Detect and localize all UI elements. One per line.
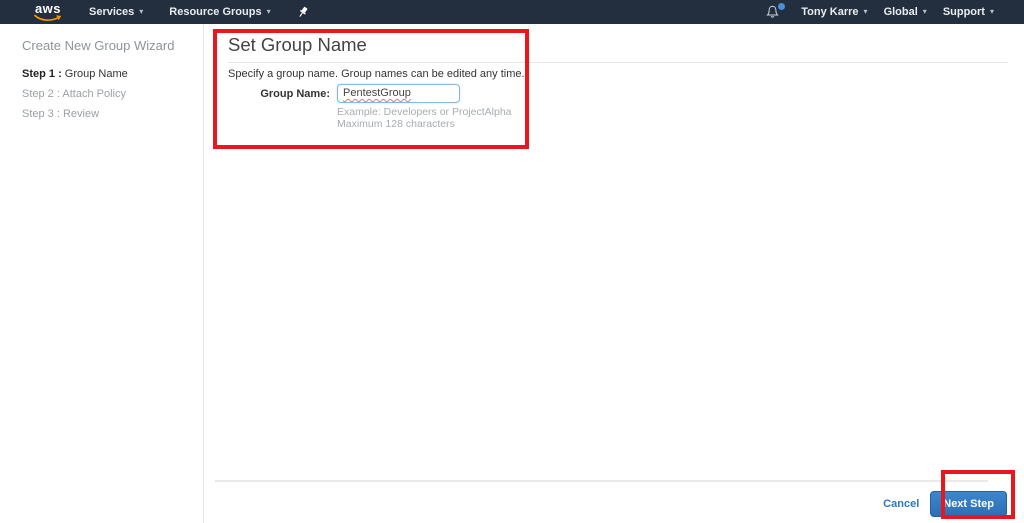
- group-name-input[interactable]: PentestGroup: [337, 84, 460, 103]
- step-label: Group Name: [61, 68, 128, 80]
- chevron-down-icon: ▾: [989, 7, 994, 16]
- group-name-value: PentestGroup: [343, 87, 411, 99]
- notifications-button[interactable]: [766, 3, 786, 19]
- nav-resource-groups-label: Resource Groups: [169, 6, 262, 18]
- main-content: Set Group Name Specify a group name. Gro…: [204, 24, 1024, 523]
- chevron-down-icon: ▾: [139, 7, 144, 16]
- nav-resource-groups-menu[interactable]: Resource Groups ▾: [169, 6, 270, 18]
- chevron-down-icon: ▾: [863, 7, 868, 16]
- wizard-title: Create New Group Wizard: [22, 38, 175, 53]
- wizard-steps: Step 1 : Group Name Step 2 : Attach Poli…: [22, 64, 203, 124]
- hint-example: Example: Developers or ProjectAlpha: [337, 106, 512, 118]
- top-navbar: aws Services ▾ Resource Groups ▾ Tony Ka…: [0, 0, 1024, 24]
- group-name-hints: Example: Developers or ProjectAlpha Maxi…: [337, 106, 1024, 130]
- nav-user-menu[interactable]: Tony Karre ▾: [801, 6, 867, 18]
- page-title: Set Group Name: [228, 34, 367, 55]
- footer-actions: Cancel Next Step: [883, 491, 1007, 517]
- aws-smile-icon: [34, 14, 61, 21]
- title-divider: [228, 62, 1008, 63]
- chevron-down-icon: ▾: [266, 7, 271, 16]
- hint-max-length: Maximum 128 characters: [337, 118, 455, 130]
- step-prefix: Step 1 :: [22, 68, 62, 80]
- step-prefix: Step 2 :: [22, 88, 60, 100]
- footer-divider: [215, 480, 988, 482]
- nav-services-menu[interactable]: Services ▾: [89, 6, 143, 18]
- chevron-down-icon: ▾: [922, 7, 927, 16]
- cancel-link[interactable]: Cancel: [883, 498, 919, 510]
- pushpin-icon: [298, 6, 307, 17]
- step-label: Attach Policy: [59, 88, 126, 100]
- sidebar-step-attach-policy[interactable]: Step 2 : Attach Policy: [22, 84, 203, 104]
- page-body: Create New Group Wizard Step 1 : Group N…: [0, 24, 1024, 523]
- step-label: Review: [59, 108, 100, 120]
- pin-shortcut-button[interactable]: [297, 6, 309, 19]
- notification-badge: [778, 3, 786, 10]
- group-name-label: Group Name:: [260, 88, 330, 100]
- aws-logo[interactable]: aws: [33, 2, 63, 22]
- nav-support-label: Support: [942, 6, 985, 18]
- sidebar-step-review[interactable]: Step 3 : Review: [22, 104, 203, 124]
- group-name-form-row: Group Name: PentestGroup: [228, 84, 1024, 103]
- step-prefix: Step 3 :: [22, 108, 60, 120]
- page-description: Specify a group name. Group names can be…: [228, 68, 525, 80]
- nav-services-label: Services: [89, 6, 135, 18]
- sidebar-step-group-name[interactable]: Step 1 : Group Name: [22, 64, 203, 84]
- next-step-button[interactable]: Next Step: [930, 491, 1007, 517]
- nav-user-label: Tony Karre: [801, 6, 859, 18]
- wizard-sidebar: Create New Group Wizard Step 1 : Group N…: [0, 24, 204, 523]
- nav-region-menu[interactable]: Global ▾: [884, 6, 927, 18]
- nav-region-label: Global: [883, 6, 918, 18]
- nav-support-menu[interactable]: Support ▾: [943, 6, 994, 18]
